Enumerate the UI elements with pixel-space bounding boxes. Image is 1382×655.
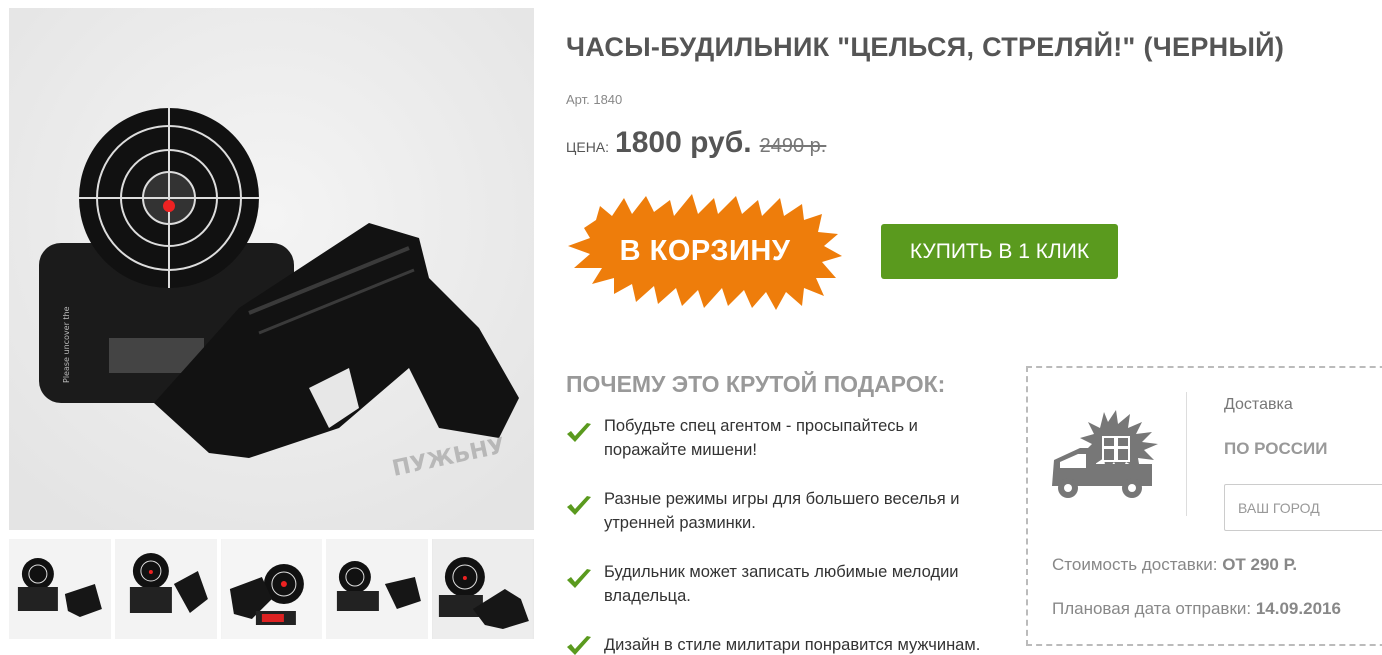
delivery-label: Доставка xyxy=(1224,396,1293,413)
delivery-cost-label: Стоимость доставки: xyxy=(1052,555,1218,574)
current-price: 1800 руб. xyxy=(615,126,752,159)
benefit-item: Разные режимы игры для большего веселья … xyxy=(566,487,996,535)
delivery-region: ПО РОССИИ xyxy=(1224,439,1328,458)
benefit-text: Побудьте спец агентом - просыпайтесь и п… xyxy=(604,417,918,459)
thumbnail-5[interactable] xyxy=(432,539,534,639)
delivery-cost: Стоимость доставки: ОТ 290 Р. xyxy=(1052,555,1297,575)
benefit-item: Дизайн в стиле милитари понравится мужчи… xyxy=(566,633,996,655)
add-to-cart-label: В КОРЗИНУ xyxy=(619,235,791,267)
thumbnail-3[interactable] xyxy=(220,539,323,639)
thumbnail-2[interactable] xyxy=(114,539,217,639)
price-label: ЦЕНА: xyxy=(566,139,610,155)
ship-date-value: 14.09.2016 xyxy=(1255,599,1341,618)
check-icon xyxy=(566,414,604,462)
benefit-item: Будильник может записать любимые мелодии… xyxy=(566,560,996,608)
benefit-text: Разные режимы игры для большего веселья … xyxy=(604,490,960,532)
check-icon xyxy=(566,560,604,608)
delivery-divider xyxy=(1186,392,1187,516)
ship-date-label: Плановая дата отправки: xyxy=(1052,599,1252,618)
city-input[interactable] xyxy=(1224,484,1382,531)
benefits-title: ПОЧЕМУ ЭТО КРУТОЙ ПОДАРОК: xyxy=(566,371,946,397)
old-price: 2490 р. xyxy=(759,135,827,157)
benefit-text: Дизайн в стиле милитари понравится мужчи… xyxy=(604,636,981,654)
add-to-cart-button[interactable]: В КОРЗИНУ xyxy=(566,188,844,314)
svg-text:Please uncover the: Please uncover the xyxy=(62,306,71,383)
price-row: ЦЕНА: 1800 руб. 2490 р. xyxy=(566,126,826,160)
main-product-photo[interactable]: Please uncover the ПУЖЬНУ xyxy=(9,8,534,530)
thumbnail-strip xyxy=(9,539,534,639)
ship-date: Плановая дата отправки: 14.09.2016 xyxy=(1052,599,1341,619)
product-sku: Арт. 1840 xyxy=(566,92,623,107)
check-icon xyxy=(566,633,604,655)
product-title: ЧАСЫ-БУДИЛЬНИК "ЦЕЛЬСЯ, СТРЕЛЯЙ!" (ЧЕРНЫ… xyxy=(566,32,1285,62)
gift-truck-icon xyxy=(1046,408,1164,500)
benefit-text: Будильник может записать любимые мелодии… xyxy=(604,563,959,605)
thumbnail-1[interactable] xyxy=(9,539,111,639)
buy-one-click-button[interactable]: КУПИТЬ В 1 КЛИК xyxy=(881,224,1118,279)
thumbnail-4[interactable] xyxy=(326,539,429,639)
delivery-cost-value: ОТ 290 Р. xyxy=(1222,555,1298,574)
benefit-item: Побудьте спец агентом - просыпайтесь и п… xyxy=(566,414,996,462)
check-icon xyxy=(566,487,604,535)
